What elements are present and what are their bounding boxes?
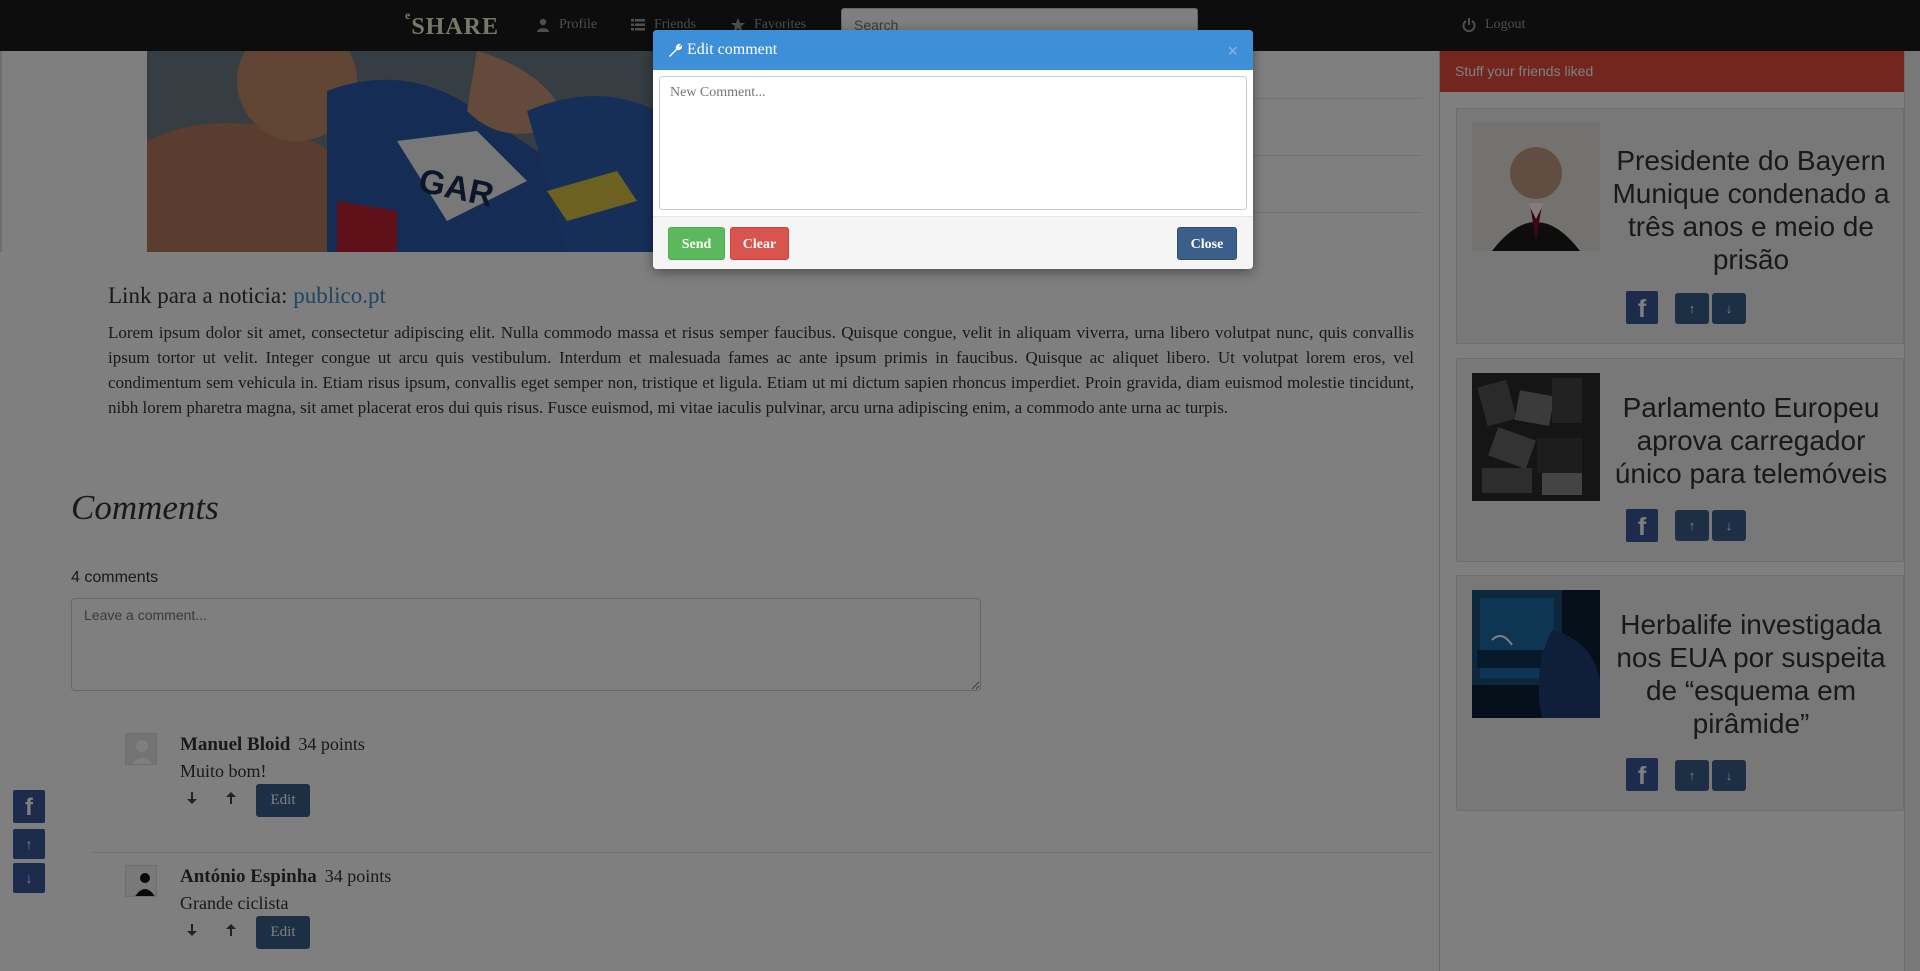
- edit-comment-modal: Edit comment × Send Clear Close: [653, 30, 1253, 269]
- close-icon[interactable]: ×: [1227, 41, 1238, 62]
- close-button[interactable]: Close: [1177, 227, 1237, 260]
- send-button[interactable]: Send: [668, 227, 725, 260]
- wrench-icon: [669, 43, 683, 57]
- edit-comment-textarea[interactable]: [659, 76, 1247, 210]
- modal-header: Edit comment ×: [653, 30, 1253, 70]
- modal-footer: Send Clear Close: [653, 216, 1253, 269]
- clear-button[interactable]: Clear: [730, 227, 789, 260]
- modal-title: Edit comment: [687, 41, 778, 58]
